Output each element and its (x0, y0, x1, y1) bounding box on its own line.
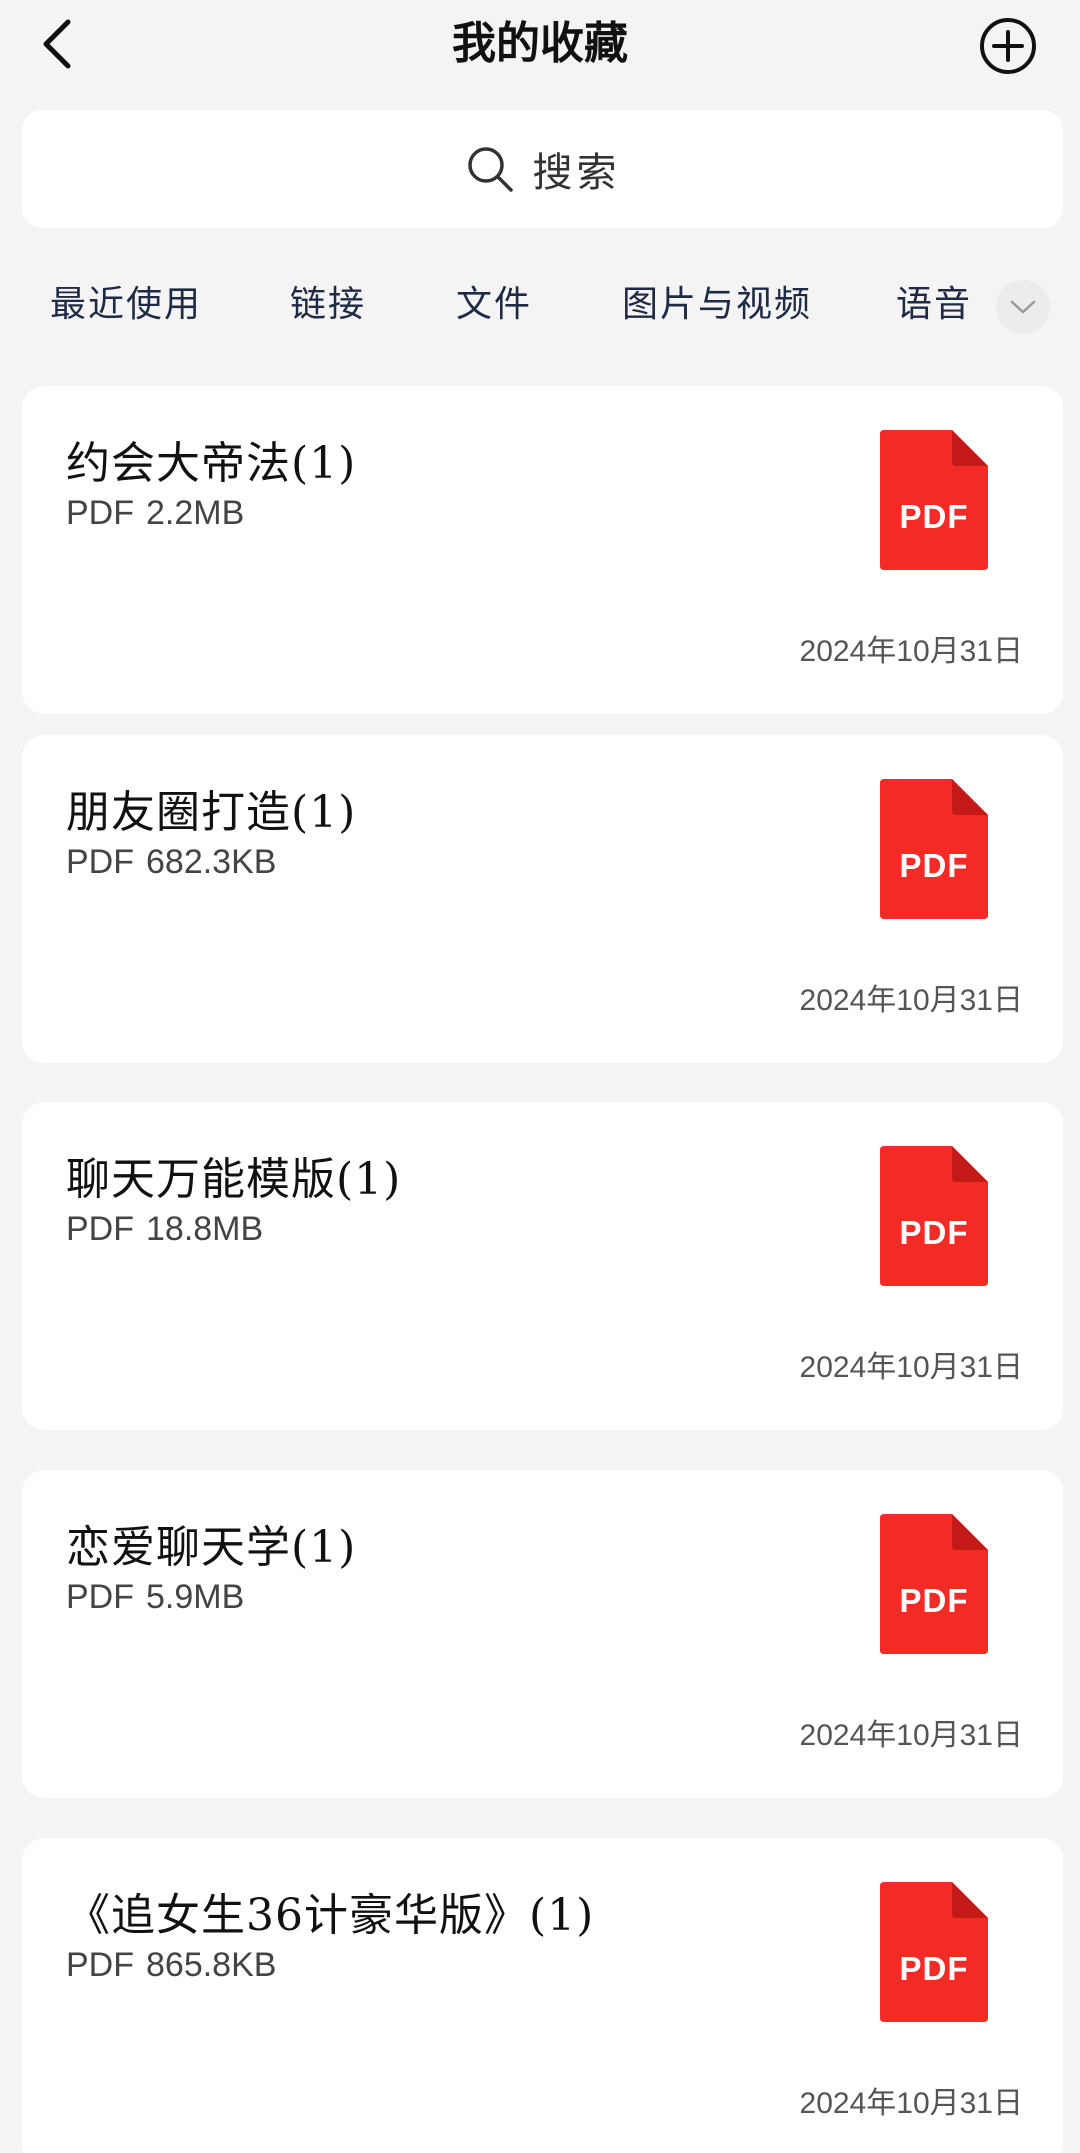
add-button[interactable] (978, 16, 1038, 76)
pdf-icon-label: PDF (899, 1582, 969, 1619)
item-type: PDF (66, 1946, 134, 1984)
item-size: 682.3KB (146, 843, 277, 881)
item-size: 865.8KB (146, 1946, 277, 1984)
chevron-down-icon (1010, 300, 1036, 314)
pdf-file-icon: PDF (880, 779, 988, 919)
item-date: 2024年10月31日 (799, 1351, 1023, 1384)
item-title: 《追女生36计豪华版》(1) (66, 1890, 595, 1941)
item-title: 约会大帝法(1) (66, 438, 357, 489)
list-item[interactable]: 约会大帝法(1) PDF 2.2MB PDF 2024年10月31日 (22, 386, 1063, 714)
favorites-screen: 我的收藏 搜索 最近使用 链接 文件 图片与视频 语音 约会大帝法(1) PDF… (0, 0, 1080, 2153)
list-item[interactable]: 聊天万能模版(1) PDF 18.8MB PDF 2024年10月31日 (22, 1102, 1063, 1430)
plus-circle-icon (980, 18, 1036, 74)
item-type: PDF (66, 1210, 134, 1248)
item-size: 2.2MB (146, 494, 245, 532)
category-tabs: 最近使用 链接 文件 图片与视频 语音 (0, 270, 1080, 350)
list-item[interactable]: 《追女生36计豪华版》(1) PDF 865.8KB PDF 2024年10月31… (22, 1838, 1063, 2153)
item-title: 聊天万能模版(1) (66, 1154, 402, 1205)
item-date: 2024年10月31日 (799, 984, 1023, 1017)
tabs-expand-button[interactable] (996, 280, 1050, 334)
pdf-icon-label: PDF (899, 1214, 969, 1251)
pdf-icon-label: PDF (899, 847, 969, 884)
item-size: 18.8MB (146, 1210, 264, 1248)
search-bar[interactable]: 搜索 (22, 110, 1063, 228)
pdf-file-icon: PDF (880, 1514, 988, 1654)
header: 我的收藏 (0, 0, 1080, 95)
item-type: PDF (66, 843, 134, 881)
item-type: PDF (66, 1578, 134, 1616)
item-meta: PDF 682.3KB (66, 839, 276, 885)
item-date: 2024年10月31日 (799, 635, 1023, 668)
pdf-icon-label: PDF (899, 1950, 969, 1987)
pdf-icon-label: PDF (899, 498, 969, 535)
search-placeholder: 搜索 (532, 150, 621, 196)
item-date: 2024年10月31日 (799, 1719, 1023, 1752)
item-meta: PDF 865.8KB (66, 1942, 276, 1988)
pdf-file-icon: PDF (880, 1882, 988, 2022)
tab-recent[interactable]: 最近使用 (50, 280, 202, 330)
item-type: PDF (66, 494, 134, 532)
item-date: 2024年10月31日 (799, 2087, 1023, 2120)
pdf-file-icon: PDF (880, 430, 988, 570)
search-icon (465, 144, 515, 194)
item-meta: PDF 2.2MB (66, 490, 244, 536)
list-item[interactable]: 恋爱聊天学(1) PDF 5.9MB PDF 2024年10月31日 (22, 1470, 1063, 1798)
tab-links[interactable]: 链接 (290, 280, 366, 330)
item-title: 朋友圈打造(1) (66, 787, 357, 838)
tab-files[interactable]: 文件 (456, 280, 532, 330)
pdf-file-icon: PDF (880, 1146, 988, 1286)
item-meta: PDF 5.9MB (66, 1574, 244, 1620)
page-title: 我的收藏 (452, 18, 628, 69)
item-title: 恋爱聊天学(1) (66, 1522, 357, 1573)
item-meta: PDF 18.8MB (66, 1206, 263, 1252)
tab-voice[interactable]: 语音 (896, 280, 972, 330)
tab-images-videos[interactable]: 图片与视频 (622, 280, 812, 330)
list-item[interactable]: 朋友圈打造(1) PDF 682.3KB PDF 2024年10月31日 (22, 735, 1063, 1063)
item-size: 5.9MB (146, 1578, 245, 1616)
